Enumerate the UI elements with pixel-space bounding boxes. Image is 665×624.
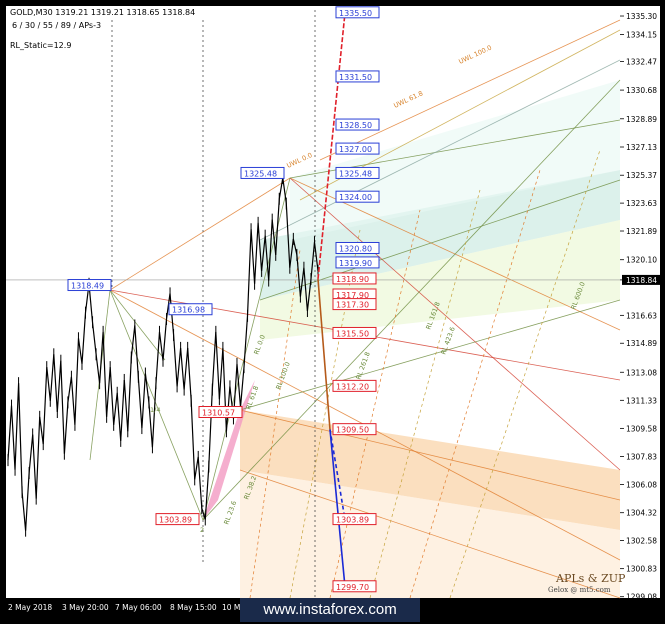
y-tick-label: 1318.84 [626, 276, 657, 285]
indicator-line: 6 / 30 / 55 / 89 / APs-3 [12, 21, 102, 30]
y-tick-label: 1311.33 [626, 396, 657, 405]
price-tag: 1303.89 [336, 516, 369, 525]
y-tick-label: 1332.47 [626, 57, 657, 66]
y-tick-label: 1306.08 [626, 480, 657, 489]
y-tick-label: 1302.58 [626, 537, 657, 546]
static-line: RL_Static=12.9 [10, 41, 72, 50]
x-axis-ticks: 2 May 2018 3 May 20:00 7 May 06:00 8 May 15… [7, 598, 250, 612]
y-tick-label: 1334.15 [626, 30, 657, 39]
y-tick-label: 1323.63 [626, 199, 657, 208]
line-annotation: 1/4 [150, 406, 160, 414]
pivot-label: 1303.89 [159, 516, 192, 525]
pivot-label: 1318.49 [71, 282, 104, 291]
line-annotation: RL 261.8 [354, 351, 371, 381]
fan-line [109, 289, 166, 361]
y-tick-label: 1327.13 [626, 143, 657, 152]
pivot-label: 1316.98 [172, 306, 205, 315]
y-tick-label: 1328.89 [626, 115, 657, 124]
y-tick-label: 1304.32 [626, 509, 657, 518]
line-annotation: RL 100.0 [274, 361, 291, 391]
y-tick-label: 1313.08 [626, 368, 657, 377]
y-tick-label: 1335.30 [626, 12, 657, 21]
price-tag: 1324.00 [339, 193, 372, 202]
price-tag: 1312.20 [336, 382, 369, 391]
pivot-label: 1325.48 [244, 169, 277, 178]
line-annotation: RL 0.0 [252, 334, 267, 356]
x-tick-label: 2 May 2018 [8, 603, 52, 612]
line-annotation: UWL 0.0 [285, 151, 313, 170]
price-tag: 1319.90 [339, 259, 372, 268]
price-tag: 1328.50 [339, 121, 372, 130]
y-tick-label: 1300.83 [626, 565, 657, 574]
line-annotation: UWL 100.0 [457, 44, 493, 66]
symbol-line: GOLD,M30 1319.21 1319.21 1318.65 1318.84 [10, 8, 196, 17]
price-tag: 1327.00 [339, 145, 372, 154]
x-tick-label: 7 May 06:00 [115, 603, 162, 612]
price-tag: 1315.50 [336, 329, 369, 338]
y-tick-label: 1330.68 [626, 86, 657, 95]
price-tag: 1331.50 [339, 73, 372, 82]
price-tag: 1335.50 [339, 9, 372, 18]
y-tick-label: 1309.58 [626, 424, 657, 433]
brand-title: APLs & ZUP [556, 572, 626, 585]
brand-subtitle: Gelox @ mt5.com [548, 586, 611, 594]
pivot-label: 1310.57 [202, 409, 235, 418]
price-tag: 1320.80 [339, 244, 372, 253]
price-tag: 1325.48 [339, 169, 372, 178]
chart-svg: 1335.30 1334.15 1332.47 1330.68 1328.89 1327.… [6, 6, 660, 612]
y-tick-label: 1325.37 [626, 171, 657, 180]
line-annotation: UWL 61.8 [392, 89, 424, 110]
y-tick-label: 1320.10 [626, 256, 657, 265]
line-annotation: 2 [200, 526, 204, 534]
line-annotation: RL 23.6 [222, 500, 238, 526]
y-tick-label: 1316.63 [626, 311, 657, 320]
x-tick-label: 8 May 15:00 [170, 603, 217, 612]
price-tag: 1317.30 [336, 301, 369, 310]
x-tick-label: 3 May 20:00 [62, 603, 109, 612]
price-tag: 1299.70 [336, 583, 369, 592]
y-axis-ticks: 1335.30 1334.15 1332.47 1330.68 1328.89 1327.… [620, 12, 660, 602]
watermark-banner: www.instaforex.com [240, 598, 420, 622]
y-tick-label: 1314.89 [626, 339, 657, 348]
price-tag: 1318.90 [336, 275, 369, 284]
y-tick-label: 1307.83 [626, 452, 657, 461]
y-tick-label: 1321.89 [626, 227, 657, 236]
price-tag: 1309.50 [336, 426, 369, 435]
y-tick-label: 1299.08 [626, 593, 657, 602]
fan-line [109, 289, 204, 521]
